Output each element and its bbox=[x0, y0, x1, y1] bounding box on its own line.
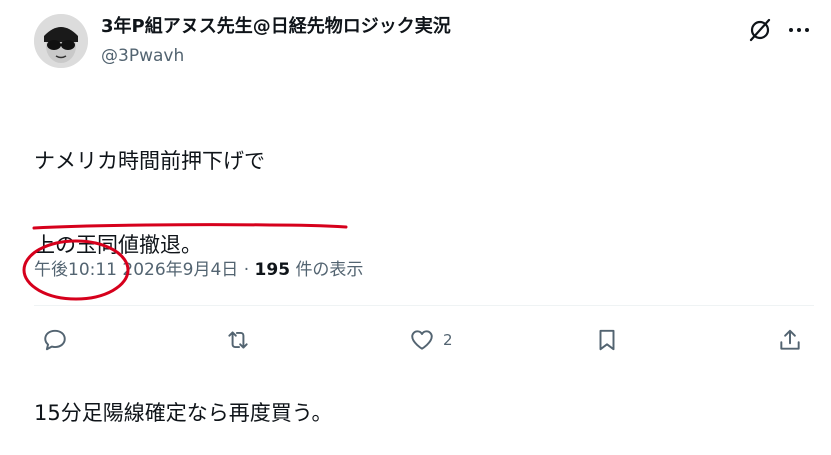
grok-icon[interactable] bbox=[747, 17, 773, 43]
heart-icon bbox=[411, 330, 433, 350]
post-time[interactable]: 午後10:11 bbox=[34, 260, 117, 280]
post-metadata: 午後10:11 2026年9月4日 · 195 件の表示 bbox=[34, 257, 363, 283]
more-icon[interactable] bbox=[785, 17, 813, 43]
avatar[interactable] bbox=[34, 14, 88, 68]
post-body-line: 上の玉同値撤退。 bbox=[34, 233, 202, 257]
post-body-line: ナメリカ時間前押下げで bbox=[34, 149, 265, 173]
display-name[interactable]: 3年P組アヌス先生@日経先物ロジック実況 bbox=[101, 15, 451, 39]
bookmark-icon bbox=[599, 329, 615, 351]
like-count: 2 bbox=[443, 331, 453, 349]
share-button[interactable] bbox=[777, 322, 803, 358]
avatar-image bbox=[34, 14, 88, 68]
bookmark-button[interactable] bbox=[594, 322, 620, 358]
divider bbox=[34, 305, 814, 306]
share-icon bbox=[780, 329, 800, 350]
repost-icon bbox=[228, 331, 248, 349]
post-date[interactable]: 2026年9月4日 bbox=[122, 260, 238, 280]
post-body-line bbox=[34, 315, 332, 343]
meta-separator: · bbox=[243, 260, 250, 280]
view-count: 195 bbox=[254, 260, 291, 280]
reply-button[interactable] bbox=[42, 322, 68, 358]
view-label: 件の表示 bbox=[295, 260, 364, 280]
like-button[interactable]: 2 bbox=[409, 322, 453, 358]
reply-icon bbox=[44, 329, 66, 351]
repost-button[interactable] bbox=[225, 322, 251, 358]
post-body-line: 15分足陽線確定なら再度買う。 bbox=[34, 401, 333, 425]
user-handle[interactable]: @3Pwavh bbox=[101, 45, 184, 67]
